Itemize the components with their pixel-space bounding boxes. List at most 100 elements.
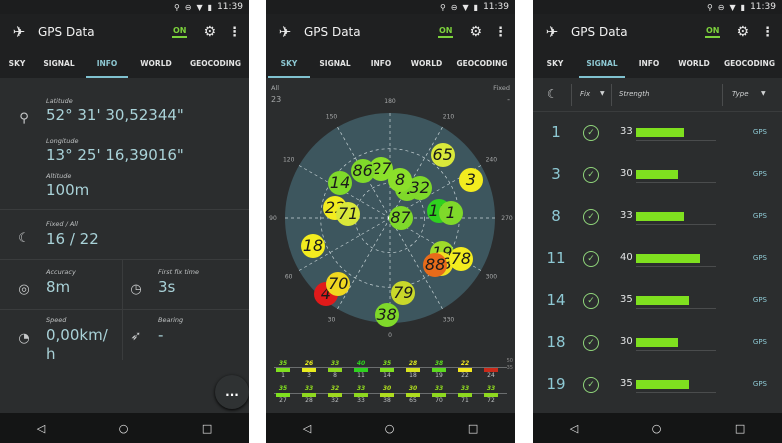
- location-status-icon: ⚲: [706, 2, 713, 12]
- tab-info[interactable]: INFO: [627, 50, 671, 78]
- satellite-marker[interactable]: 86: [350, 158, 375, 183]
- back-icon[interactable]: ◁: [570, 422, 578, 435]
- home-icon[interactable]: ○: [119, 422, 129, 435]
- table-row[interactable]: 8 ✓ 33 GPS: [533, 196, 782, 238]
- more-vert-icon[interactable]: ⋮: [761, 25, 774, 40]
- tab-info[interactable]: INFO: [358, 50, 404, 78]
- tab-sky[interactable]: SKY: [0, 50, 34, 78]
- signal-strength-value: 33: [620, 126, 633, 137]
- satellite-marker[interactable]: 78: [448, 246, 473, 271]
- status-bar: ⚲ ⊖ ▼ ▮ 11:39: [266, 0, 515, 14]
- phone-sky-screen: ⚲ ⊖ ▼ ▮ 11:39 ✈ GPS Data ON ⚙ ⋮ SKY SIGN…: [266, 0, 515, 443]
- satellite-type: GPS: [752, 296, 767, 304]
- satellite-prn: 14: [546, 291, 566, 309]
- tab-sky[interactable]: SKY: [266, 50, 312, 78]
- signal-strength-bar: [636, 212, 684, 221]
- signal-bar-cell: 35 27: [274, 385, 292, 405]
- accuracy-value: 8m: [46, 278, 71, 296]
- back-icon[interactable]: ◁: [37, 422, 45, 435]
- table-row[interactable]: 11 ✓ 40 GPS: [533, 238, 782, 280]
- tab-signal[interactable]: SIGNAL: [577, 50, 627, 78]
- satellite-icon: ✈: [12, 23, 26, 41]
- app-title: GPS Data: [571, 25, 628, 39]
- sky-degree-label: 90: [269, 215, 277, 222]
- tab-geocoding[interactable]: GEOCODING: [717, 50, 782, 78]
- satellite-marker[interactable]: 70: [326, 272, 351, 297]
- table-row[interactable]: 18 ✓ 30 GPS: [533, 322, 782, 364]
- satellite-marker[interactable]: 38: [374, 302, 399, 327]
- chevron-down-icon[interactable]: ▼: [600, 90, 605, 97]
- gps-on-toggle[interactable]: ON: [704, 26, 721, 38]
- col-strength[interactable]: Strength: [619, 90, 649, 98]
- satellite-marker[interactable]: 18: [301, 234, 326, 258]
- satellite-icon[interactable]: ☾: [547, 87, 558, 101]
- sky-degree-label: 0: [388, 332, 392, 339]
- header-separator: [611, 84, 612, 106]
- info-content: ⚲ Latitude 52° 31' 30,52344" Longitude 1…: [0, 78, 249, 413]
- signal-bar-prn: 11: [357, 372, 365, 379]
- table-row[interactable]: 14 ✓ 35 GPS: [533, 280, 782, 322]
- satellite-marker[interactable]: 88: [423, 252, 448, 277]
- home-icon[interactable]: ○: [652, 422, 662, 435]
- more-vert-icon[interactable]: ⋮: [494, 25, 507, 40]
- col-type[interactable]: Type: [732, 90, 749, 98]
- row-divider: [636, 182, 716, 183]
- recents-icon[interactable]: □: [468, 422, 478, 435]
- signal-header: ☾ Fix ▼ Strength Type ▼: [533, 78, 782, 112]
- chevron-down-icon[interactable]: ▼: [761, 90, 766, 97]
- gear-icon[interactable]: ⚙: [736, 24, 749, 40]
- app-title: GPS Data: [38, 25, 95, 39]
- table-row[interactable]: 3 ✓ 30 GPS: [533, 154, 782, 196]
- gps-on-toggle[interactable]: ON: [171, 26, 188, 38]
- home-icon[interactable]: ○: [385, 422, 395, 435]
- status-bar: ⚲ ⊖ ▼ ▮ 11:39: [0, 0, 249, 14]
- nav-bar: ◁ ○ □: [0, 413, 249, 443]
- tab-sky[interactable]: SKY: [533, 50, 577, 78]
- divider: [122, 310, 123, 360]
- app-title: GPS Data: [304, 25, 361, 39]
- recents-icon[interactable]: □: [735, 422, 745, 435]
- satellite-marker[interactable]: 79: [391, 281, 416, 306]
- gear-icon[interactable]: ⚙: [203, 24, 216, 40]
- satellite-marker[interactable]: 1: [438, 200, 463, 225]
- divider: [122, 260, 123, 310]
- location-status-icon: ⚲: [173, 2, 180, 12]
- satellite-type: GPS: [752, 254, 767, 262]
- satellite-marker[interactable]: 65: [430, 143, 455, 168]
- tab-signal[interactable]: SIGNAL: [312, 50, 358, 78]
- signal-bar-value: 30: [408, 385, 418, 392]
- col-fix[interactable]: Fix: [580, 90, 590, 98]
- check-circle-icon: ✓: [583, 167, 599, 183]
- recents-icon[interactable]: □: [202, 422, 212, 435]
- tab-info[interactable]: INFO: [84, 50, 130, 78]
- satellite-marker[interactable]: 71: [336, 202, 361, 227]
- gps-on-toggle[interactable]: ON: [437, 26, 454, 38]
- satellite-marker[interactable]: 3: [458, 168, 483, 193]
- bars-tick: 35: [506, 365, 513, 371]
- longitude-value: 13° 25' 16,39016": [46, 146, 184, 164]
- check-circle-icon: ✓: [583, 335, 599, 351]
- tab-geocoding[interactable]: GEOCODING: [449, 50, 515, 78]
- table-row[interactable]: 19 ✓ 35 GPS: [533, 364, 782, 406]
- check-circle-icon: ✓: [583, 293, 599, 309]
- bars-tick: 50: [506, 358, 513, 364]
- back-icon[interactable]: ◁: [303, 422, 311, 435]
- tab-world[interactable]: WORLD: [130, 50, 182, 78]
- more-vert-icon[interactable]: ⋮: [228, 25, 241, 40]
- bars-top-row: 35 1 26 3 33 8 40 11 35 14 28 18 38 19 22 22 24: [274, 360, 507, 382]
- gear-icon[interactable]: ⚙: [469, 24, 482, 40]
- tab-world[interactable]: WORLD: [404, 50, 449, 78]
- sky-degree-label: 180: [384, 98, 396, 105]
- signal-bar-cell: 30 38: [378, 385, 396, 405]
- table-row[interactable]: 1 ✓ 33 GPS: [533, 112, 782, 154]
- tab-geocoding[interactable]: GEOCODING: [182, 50, 249, 78]
- fixed-section: ☾ Fixed / All 16 / 22: [0, 210, 249, 260]
- more-fab-button[interactable]: ...: [215, 375, 249, 409]
- signal-bar-value: 33: [434, 385, 444, 392]
- satellite-marker[interactable]: 87: [388, 206, 413, 230]
- signal-bar-prn: 28: [305, 397, 313, 404]
- satellite-marker[interactable]: 14: [328, 171, 353, 196]
- status-time: 11:39: [217, 2, 243, 12]
- tab-world[interactable]: WORLD: [671, 50, 717, 78]
- tab-signal[interactable]: SIGNAL: [34, 50, 84, 78]
